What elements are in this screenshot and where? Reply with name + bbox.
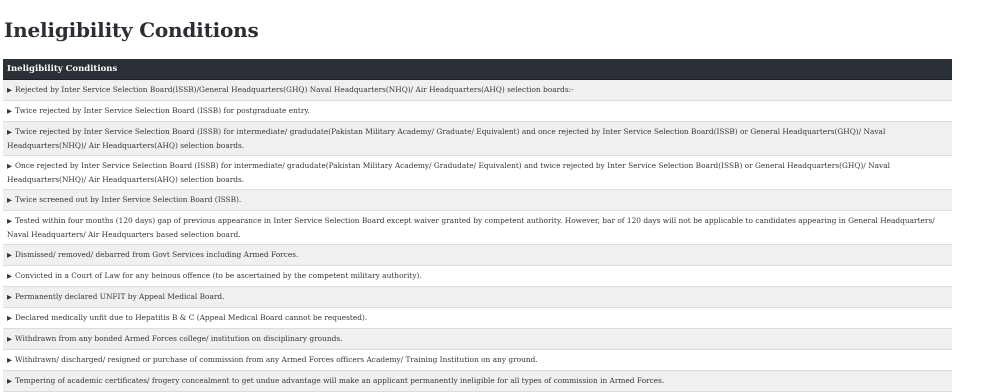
table-row: ▶ Twice screened out by Inter Service Sel…: [3, 190, 952, 211]
bullet-icon: ▶: [7, 86, 12, 94]
row-text: Twice rejected by Inter Service Selectio…: [7, 127, 886, 150]
row-text: Tested within four months (120 days) gap…: [7, 216, 935, 239]
table-row: ▶ Permanently declared UNFIT by Appeal Me…: [3, 287, 952, 308]
bullet-icon: ▶: [7, 335, 12, 343]
table-row: ▶ Convicted in a Court of Law for any hei…: [3, 266, 952, 287]
bullet-icon: ▶: [7, 293, 12, 301]
bullet-icon: ▶: [7, 251, 12, 259]
row-text: Convicted in a Court of Law for any hein…: [15, 271, 422, 280]
bullet-icon: ▶: [7, 314, 12, 322]
page-title: Ineligibility Conditions: [4, 18, 259, 42]
bullet-icon: ▶: [7, 107, 12, 115]
row-text: Rejected by Inter Service Selection Boar…: [15, 85, 574, 94]
table-body: ▶ Rejected by Inter Service Selection Boa…: [3, 80, 952, 392]
row-text: Declared medically unfit due to Hepatiti…: [15, 313, 368, 322]
bullet-icon: ▶: [7, 196, 12, 204]
table-row: ▶ Withdrawn/ discharged/ resigned or purc…: [3, 350, 952, 371]
bullet-icon: ▶: [7, 128, 12, 136]
row-text: Twice rejected by Inter Service Selectio…: [15, 106, 310, 115]
row-text: Once rejected by Inter Service Selection…: [7, 161, 890, 184]
row-text: Twice screened out by Inter Service Sele…: [15, 195, 242, 204]
table-row: ▶ Once rejected by Inter Service Selectio…: [3, 156, 952, 190]
bullet-icon: ▶: [7, 356, 12, 364]
bullet-icon: ▶: [7, 217, 12, 225]
table-row: ▶ Tempering of academic certificates/ fro…: [3, 371, 952, 392]
table-row: ▶ Twice rejected by Inter Service Selecti…: [3, 101, 952, 122]
row-text: Permanently declared UNFIT by Appeal Med…: [15, 292, 225, 301]
bullet-icon: ▶: [7, 272, 12, 280]
table-row: ▶ Declared medically unfit due to Hepatit…: [3, 308, 952, 329]
table-row: ▶ Rejected by Inter Service Selection Boa…: [3, 80, 952, 101]
table-row: ▶ Dismissed/ removed/ debarred from Govt …: [3, 245, 952, 266]
row-text: Withdrawn from any bonded Armed Forces c…: [15, 334, 343, 343]
ineligibility-table: Ineligibility Conditions ▶ Rejected by In…: [3, 59, 952, 392]
table-row: ▶ Twice rejected by Inter Service Selecti…: [3, 122, 952, 156]
row-text: Withdrawn/ discharged/ resigned or purch…: [15, 355, 538, 364]
page: Ineligibility Conditions Ineligibility C…: [0, 0, 992, 392]
bullet-icon: ▶: [7, 162, 12, 170]
row-text: Tempering of academic certificates/ frog…: [15, 376, 665, 385]
table-row: ▶ Withdrawn from any bonded Armed Forces …: [3, 329, 952, 350]
row-text: Dismissed/ removed/ debarred from Govt S…: [15, 250, 299, 259]
table-row: ▶ Tested within four months (120 days) ga…: [3, 211, 952, 245]
table-header: Ineligibility Conditions: [3, 59, 952, 80]
bullet-icon: ▶: [7, 377, 12, 385]
